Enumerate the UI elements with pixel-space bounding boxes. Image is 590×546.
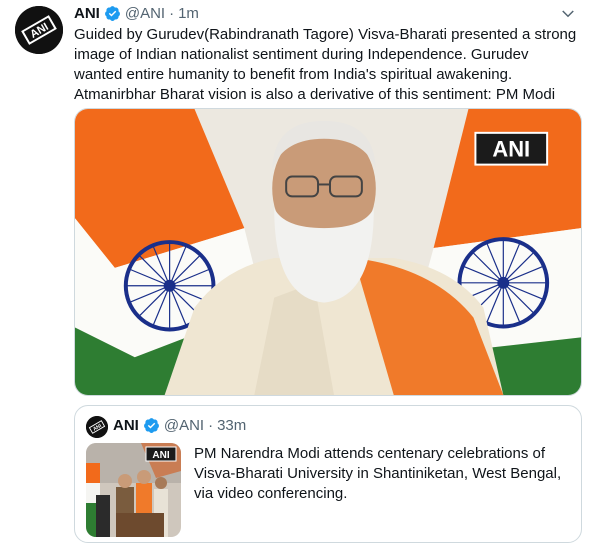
verified-badge-icon bbox=[104, 5, 121, 22]
ani-logo-icon: ANI bbox=[15, 6, 63, 54]
author-name[interactable]: ANI bbox=[74, 5, 100, 22]
ani-logo-icon: ANI bbox=[86, 416, 108, 438]
tweet-text: Guided by Gurudev(Rabindranath Tagore) V… bbox=[74, 26, 577, 103]
more-options-button[interactable] bbox=[558, 4, 578, 24]
chevron-down-icon bbox=[562, 10, 574, 18]
quoted-tweet-timestamp: 33m bbox=[217, 417, 247, 434]
verified-badge-icon bbox=[143, 417, 160, 434]
separator-dot: · bbox=[169, 4, 175, 22]
ani-watermark: ANI bbox=[474, 131, 549, 166]
quoted-tweet-card[interactable]: ANI ANI @ANI · 33m ANI PM Narendra Modi … bbox=[74, 405, 582, 543]
ani-watermark: ANI bbox=[145, 446, 177, 462]
separator-dot: · bbox=[208, 417, 214, 434]
quoted-author-avatar[interactable]: ANI bbox=[86, 416, 108, 438]
quoted-tweet-header: ANI @ANI · 33m bbox=[113, 417, 246, 434]
svg-text:ANI: ANI bbox=[492, 137, 530, 162]
author-avatar[interactable]: ANI bbox=[15, 6, 63, 54]
quoted-author-handle: @ANI bbox=[163, 417, 205, 434]
quoted-tweet-text: PM Narendra Modi attends centenary celeb… bbox=[194, 445, 562, 502]
quoted-author-name: ANI bbox=[113, 417, 139, 434]
quoted-tweet-thumbnail: ANI bbox=[86, 443, 181, 537]
tweet-media-image[interactable]: ANI bbox=[74, 108, 582, 396]
tweet-header: ANI @ANI · 1m bbox=[74, 3, 199, 23]
svg-text:ANI: ANI bbox=[152, 450, 169, 461]
tweet-timestamp[interactable]: 1m bbox=[178, 5, 199, 22]
author-handle[interactable]: @ANI bbox=[125, 5, 165, 22]
